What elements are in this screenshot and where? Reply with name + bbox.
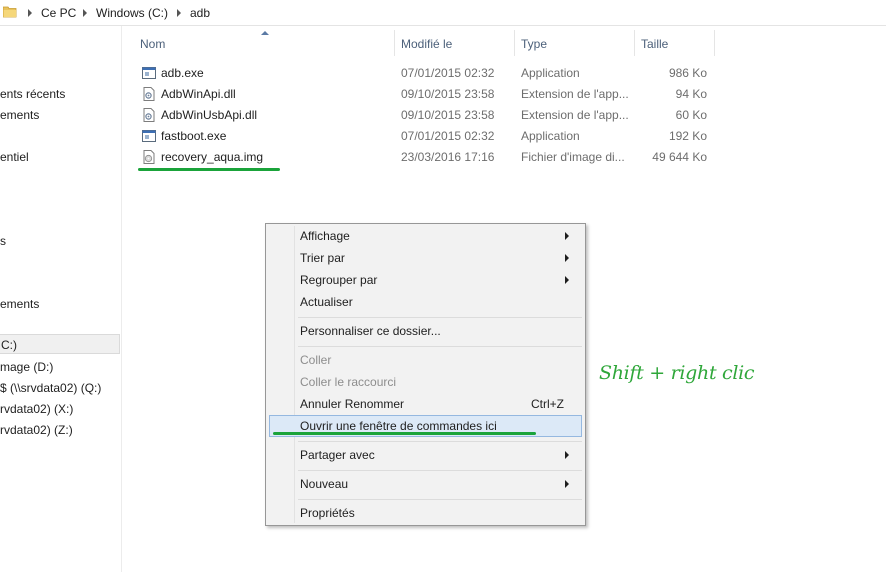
sidebar-item-downloads[interactable]: ements: [0, 105, 120, 125]
submenu-arrow-icon: [565, 254, 569, 262]
column-header-size[interactable]: Taille: [641, 37, 668, 51]
annotation-note: Shift + right clic: [599, 362, 755, 384]
menu-item-label: Affichage: [300, 229, 350, 243]
sort-ascending-icon: [261, 31, 269, 35]
breadcrumb-item-drive-c[interactable]: Windows (C:): [96, 6, 168, 20]
chevron-right-icon[interactable]: [28, 9, 32, 17]
file-name: AdbWinApi.dll: [161, 87, 236, 101]
exe-icon: [142, 130, 156, 142]
dll-icon: [143, 108, 155, 122]
menu-item-affichage[interactable]: Affichage: [269, 225, 582, 247]
file-type: Extension de l'app...: [521, 87, 629, 101]
file-name: fastboot.exe: [161, 129, 227, 143]
menu-item-coller: Coller: [269, 349, 582, 371]
submenu-arrow-icon: [565, 276, 569, 284]
menu-item-label: Trier par: [300, 251, 345, 265]
sidebar-item-essential[interactable]: entiel: [0, 147, 120, 167]
submenu-arrow-icon: [565, 451, 569, 459]
menu-item-label: Ouvrir une fenêtre de commandes ici: [300, 419, 497, 433]
column-divider[interactable]: [634, 30, 635, 56]
menu-item-nouveau[interactable]: Nouveau: [269, 473, 582, 495]
menu-separator: [298, 441, 582, 442]
menu-item-label: Coller: [300, 353, 332, 367]
menu-item-trier-par[interactable]: Trier par: [269, 247, 582, 269]
file-size: 94 Ko: [675, 87, 707, 101]
dll-icon: [143, 87, 155, 101]
chevron-right-icon[interactable]: [83, 9, 87, 17]
menu-item-label: Personnaliser ce dossier...: [300, 324, 441, 338]
sidebar-item-drive-d[interactable]: mage (D:): [0, 357, 120, 377]
column-divider[interactable]: [714, 30, 715, 56]
menu-item-coller-raccourci: Coller le raccourci: [269, 371, 582, 393]
annotation-underline: [138, 168, 280, 171]
disc-image-icon: [143, 150, 155, 164]
column-header-modified[interactable]: Modifié le: [401, 37, 452, 51]
file-type: Application: [521, 66, 580, 80]
file-row[interactable]: adb.exe 07/01/2015 02:32 Application 986…: [134, 63, 714, 84]
context-menu: Affichage Trier par Regrouper par Actual…: [265, 223, 586, 526]
menu-item-label: Annuler Renommer: [300, 397, 405, 411]
column-header-type[interactable]: Type: [521, 37, 547, 51]
file-modified: 09/10/2015 23:58: [401, 87, 495, 101]
menu-item-label: Coller le raccourci: [300, 375, 397, 389]
address-bar[interactable]: Ce PC Windows (C:) adb: [0, 0, 886, 26]
file-name: AdbWinUsbApi.dll: [161, 108, 258, 122]
menu-item-proprietes[interactable]: Propriétés: [269, 502, 582, 524]
chevron-right-icon[interactable]: [177, 9, 181, 17]
submenu-arrow-icon: [565, 232, 569, 240]
breadcrumb-item-adb[interactable]: adb: [190, 6, 210, 20]
column-header-name[interactable]: Nom: [140, 37, 165, 51]
navigation-pane: ents récents ements entiel s ements C:) …: [0, 26, 122, 572]
file-size: 49 644 Ko: [652, 150, 707, 164]
file-name: recovery_aqua.img: [161, 150, 264, 164]
file-type: Application: [521, 129, 580, 143]
menu-item-label: Propriétés: [300, 506, 355, 520]
sidebar-item-drive-x[interactable]: rvdata02) (X:): [0, 399, 120, 419]
menu-item-annuler-renommer[interactable]: Annuler Renommer Ctrl+Z: [269, 393, 582, 415]
file-size: 192 Ko: [668, 129, 707, 143]
file-row[interactable]: AdbWinUsbApi.dll 09/10/2015 23:58 Extens…: [134, 105, 714, 126]
menu-item-label: Nouveau: [300, 477, 349, 491]
menu-item-shortcut: Ctrl+Z: [531, 397, 564, 411]
sidebar-item-documents[interactable]: ements: [0, 294, 120, 314]
file-modified: 07/01/2015 02:32: [401, 66, 495, 80]
menu-item-label: Partager avec: [300, 448, 375, 462]
file-row[interactable]: AdbWinApi.dll 09/10/2015 23:58 Extension…: [134, 84, 714, 105]
file-type: Extension de l'app...: [521, 108, 629, 122]
file-modified: 09/10/2015 23:58: [401, 108, 495, 122]
menu-item-regrouper-par[interactable]: Regrouper par: [269, 269, 582, 291]
menu-separator: [298, 317, 582, 318]
sidebar-item-partial[interactable]: s: [0, 231, 120, 251]
annotation-underline: [273, 432, 536, 435]
file-size: 60 Ko: [675, 108, 707, 122]
file-row[interactable]: fastboot.exe 07/01/2015 02:32 Applicatio…: [134, 126, 714, 147]
sidebar-item-recent[interactable]: ents récents: [0, 84, 120, 104]
submenu-arrow-icon: [565, 480, 569, 488]
column-divider[interactable]: [514, 30, 515, 56]
file-modified: 07/01/2015 02:32: [401, 129, 495, 143]
sidebar-item-drive-c[interactable]: C:): [0, 334, 120, 354]
sidebar-item-drive-z[interactable]: rvdata02) (Z:): [0, 420, 120, 440]
menu-separator: [298, 470, 582, 471]
folder-icon: [3, 6, 17, 18]
file-type: Fichier d'image di...: [521, 150, 625, 164]
menu-separator: [298, 499, 582, 500]
file-size: 986 Ko: [668, 66, 707, 80]
exe-icon: [142, 67, 156, 79]
menu-item-label: Regrouper par: [300, 273, 378, 287]
file-modified: 23/03/2016 17:16: [401, 150, 495, 164]
menu-item-partager-avec[interactable]: Partager avec: [269, 444, 582, 466]
column-divider[interactable]: [394, 30, 395, 56]
file-name: adb.exe: [161, 66, 204, 80]
menu-item-personnaliser[interactable]: Personnaliser ce dossier...: [269, 320, 582, 342]
menu-separator: [298, 346, 582, 347]
sidebar-item-drive-q[interactable]: $ (\\srvdata02) (Q:): [0, 378, 120, 398]
menu-item-label: Actualiser: [300, 295, 353, 309]
breadcrumb-item-this-pc[interactable]: Ce PC: [41, 6, 76, 20]
file-row[interactable]: recovery_aqua.img 23/03/2016 17:16 Fichi…: [134, 147, 714, 168]
menu-item-actualiser[interactable]: Actualiser: [269, 291, 582, 313]
